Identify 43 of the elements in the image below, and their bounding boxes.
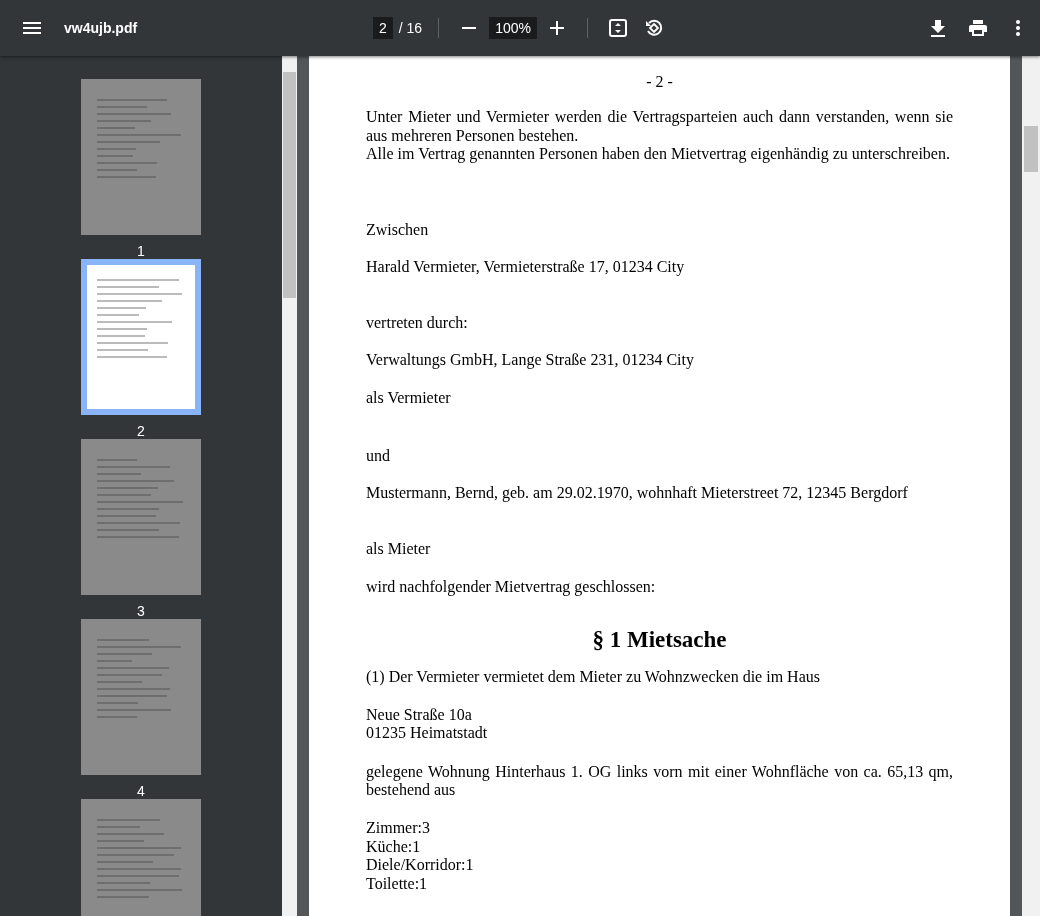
download-icon[interactable] bbox=[931, 19, 945, 37]
scrollbar[interactable] bbox=[1022, 56, 1040, 916]
paragraph: Verwaltungs GmbH, Lange Straße 231, 01234 City bbox=[366, 350, 695, 370]
page-label: 2 bbox=[137, 423, 145, 439]
page-number: - 2 - bbox=[645, 73, 674, 92]
paragraph: Zimmer:3 bbox=[366, 819, 431, 838]
paragraph: Unter Mieter und Vermieter werden die Vertragsparteien auch dann verstanden, wenn sie aus mehreren Personen bestehen. bbox=[366, 108, 953, 146]
paragraph: als Mieter bbox=[366, 540, 432, 559]
paragraph: Neue Straße 10a bbox=[366, 705, 473, 725]
page-label: 3 bbox=[137, 603, 145, 619]
page-count: / 16 bbox=[398, 20, 423, 36]
page-thumbnail[interactable] bbox=[81, 439, 201, 595]
page-label: 4 bbox=[137, 783, 145, 799]
paragraph: und bbox=[366, 446, 391, 466]
paragraph: Mustermann, Bernd, geb. am 29.02.1970, wohnhaft Mieterstreet 72, 12345 Bergdorf bbox=[366, 484, 909, 503]
page-thumbnail[interactable] bbox=[81, 619, 201, 775]
fit-page-icon[interactable] bbox=[608, 19, 627, 37]
paragraph: Küche:1 bbox=[366, 837, 422, 857]
paragraph: vertreten durch: bbox=[366, 314, 469, 333]
paragraph: 01235 Heimatstadt bbox=[366, 724, 489, 743]
page-thumbnail[interactable] bbox=[81, 259, 201, 415]
rotate-icon[interactable] bbox=[644, 19, 663, 37]
paragraph: Diele/Korridor:1 bbox=[366, 856, 475, 875]
page-thumbnail[interactable] bbox=[81, 79, 201, 235]
scrollbar[interactable] bbox=[282, 56, 297, 916]
page-thumbnail[interactable] bbox=[81, 799, 201, 916]
paragraph: gelegene Wohnung Hinterhaus 1. OG links vorn mit einer Wohnfläche von ca. 65,13 qm, bestehend aus bbox=[366, 762, 953, 800]
paragraph: wird nachfolgender Mietvertrag geschlossen: bbox=[366, 577, 657, 597]
more-icon[interactable] bbox=[1016, 20, 1020, 36]
menu-icon[interactable] bbox=[23, 22, 41, 34]
paragraph: Alle im Vertrag genannten Personen haben den Mietvertrag eigenhändig zu unterschreiben. bbox=[366, 145, 951, 164]
print-icon[interactable] bbox=[969, 20, 987, 36]
paragraph: als Vermieter bbox=[366, 389, 452, 408]
zoom-field[interactable]: 100% bbox=[489, 17, 537, 39]
paragraph: Harald Vermieter, Vermieterstraße 17, 01234 City bbox=[366, 258, 686, 277]
page-label: 1 bbox=[137, 243, 145, 259]
paragraph: (1) Der Vermieter vermietet dem Mieter zu Wohnzwecken die im Haus bbox=[366, 668, 821, 687]
section-heading: § 1 Mietsache bbox=[591, 626, 728, 655]
page-number-field[interactable]: 2 bbox=[373, 17, 393, 39]
zoom-in-icon[interactable] bbox=[549, 21, 564, 35]
paragraph: Zwischen bbox=[366, 220, 430, 240]
file-name: vw4ujb.pdf bbox=[64, 20, 138, 36]
paragraph: Toilette:1 bbox=[366, 874, 429, 893]
